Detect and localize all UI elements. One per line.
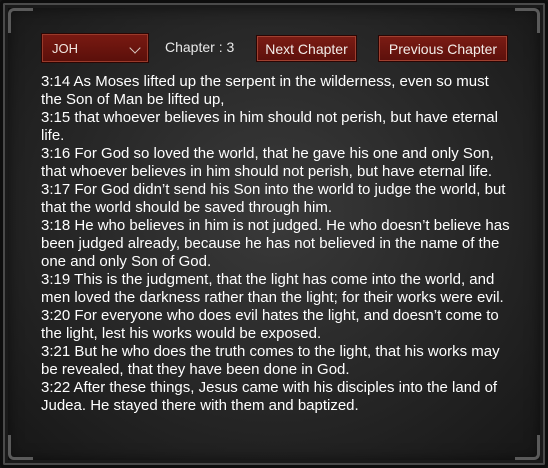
previous-chapter-button[interactable]: Previous Chapter [378,35,508,62]
verse-text: 3:18 He who believes in him is not judge… [41,217,510,270]
frame-corner-ornament [515,435,540,460]
verse-text: 3:15 that whoever believes in him should… [41,109,498,144]
verse-text: 3:19 This is the judgment, that the ligh… [41,271,504,306]
verse-text: 3:21 But he who does the truth comes to … [41,343,500,378]
verse-text: 3:17 For God didn’t send his Son into th… [41,181,506,216]
book-dropdown[interactable]: JOH [41,33,149,63]
chapter-text-scroll-area[interactable]: 3:14 As Moses lifted up the serpent in t… [41,73,513,443]
book-dropdown-value: JOH [52,40,78,56]
next-chapter-button[interactable]: Next Chapter [256,35,357,62]
verse-text: 3:16 For God so loved the world, that he… [41,145,494,180]
frame-corner-ornament [515,8,540,33]
panel-frame: JOH Chapter : 3 Next Chapter Previous Ch… [0,0,548,468]
chapter-label: Chapter : 3 [165,39,235,55]
frame-corner-ornament [8,435,33,460]
chevron-down-icon [129,42,141,54]
frame-corner-ornament [8,8,33,33]
verse-text: 3:22 After these things, Jesus came with… [41,379,498,414]
verse-text: 3:14 As Moses lifted up the serpent in t… [41,73,489,108]
verse-text: 3:20 For everyone who does evil hates th… [41,307,499,342]
